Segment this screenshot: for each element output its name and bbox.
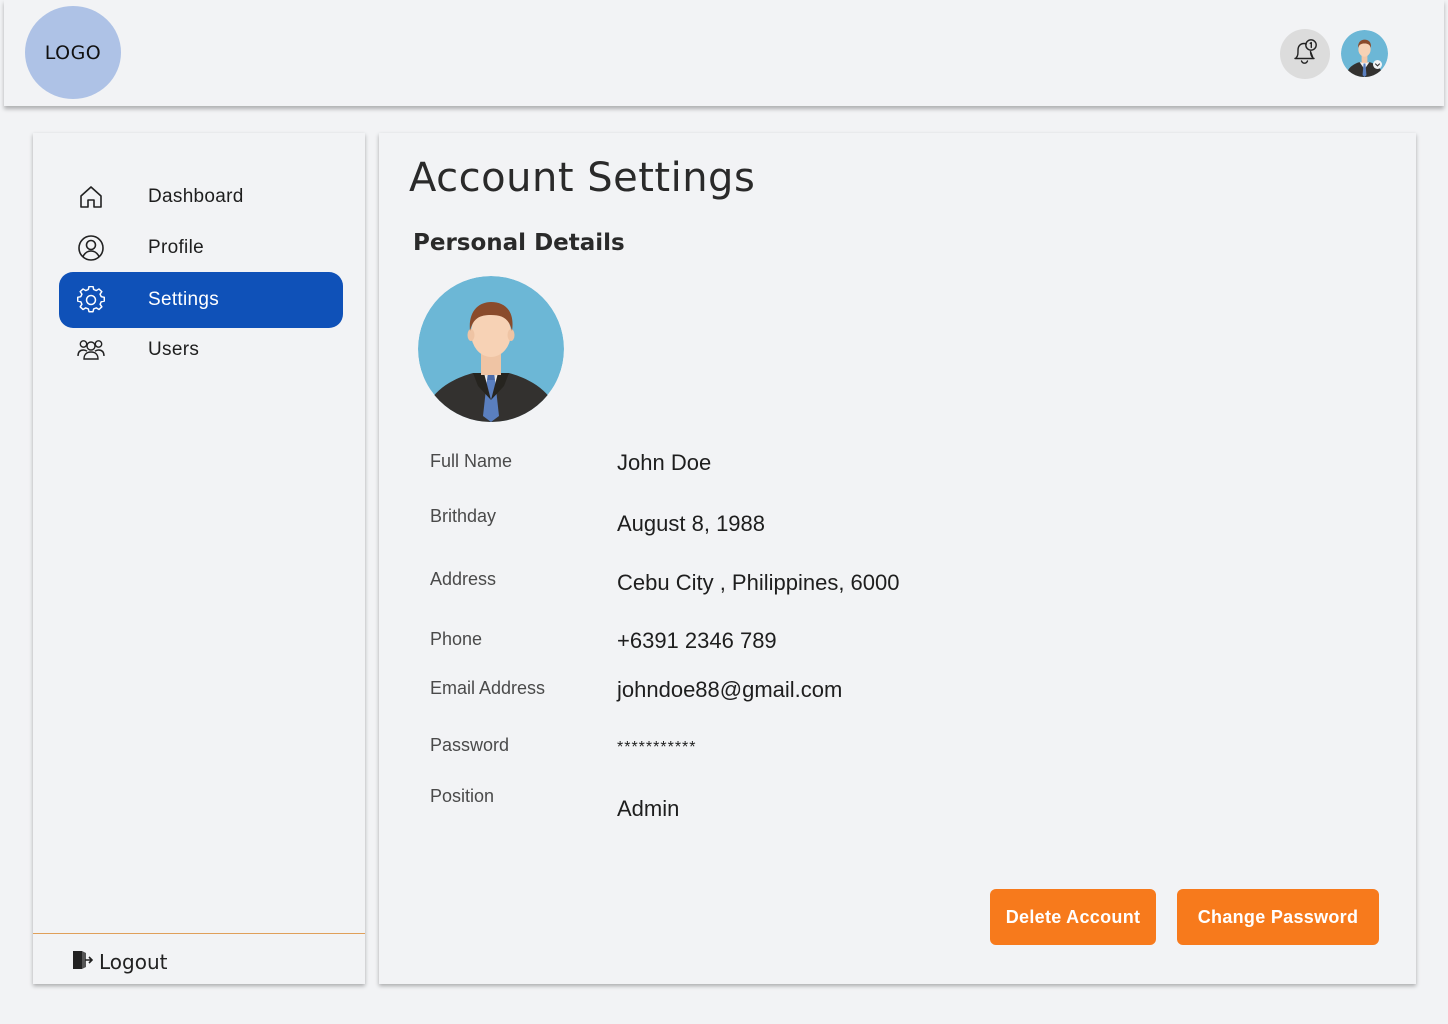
address-label: Address [430, 569, 497, 589]
sidebar-item-profile[interactable]: Profile [59, 220, 343, 276]
user-circle-icon [76, 233, 106, 263]
address-value: Cebu City , Philippines, 6000 [617, 570, 900, 595]
full-name-value: John Doe [617, 450, 712, 475]
password-label: Password [430, 735, 510, 755]
logo-text: LOGO [44, 41, 102, 64]
logout-button[interactable]: Logout [71, 947, 167, 977]
delete-account-button[interactable]: Delete Account [990, 889, 1156, 945]
position-value: Admin [617, 796, 680, 821]
sidebar-item-label: Settings [148, 289, 220, 310]
section-title: Personal Details [413, 230, 625, 256]
logout-label: Logout [99, 950, 168, 974]
sidebar-item-label: Dashboard [148, 186, 244, 207]
birthday-value: August 8, 1988 [617, 511, 766, 536]
phone-label: Phone [430, 629, 483, 649]
users-icon [76, 335, 106, 365]
position-label: Position [430, 786, 495, 806]
sidebar: Dashboard Profile Settings Users Logout [33, 133, 365, 984]
sidebar-item-users[interactable]: Users [59, 322, 343, 378]
avatar [418, 276, 564, 422]
logo[interactable]: LOGO [25, 6, 121, 99]
home-icon [76, 182, 106, 212]
sidebar-item-dashboard[interactable]: Dashboard [59, 169, 343, 225]
chevron-down-icon [1373, 54, 1382, 73]
sidebar-divider [33, 933, 365, 934]
page-title: Account Settings [409, 155, 756, 201]
sidebar-item-label: Profile [148, 237, 204, 258]
birthday-label: Brithday [430, 506, 497, 526]
password-value: *********** [617, 739, 697, 756]
bell-alert-icon [1290, 37, 1320, 71]
gear-icon [76, 285, 106, 315]
top-header: LOGO [4, 0, 1444, 106]
full-name-label: Full Name [430, 451, 513, 471]
phone-value: +6391 2346 789 [617, 628, 777, 653]
user-avatar-button[interactable] [1341, 30, 1388, 77]
profile-photo[interactable] [418, 276, 564, 422]
logout-icon [71, 949, 94, 976]
email-value: johndoe88@gmail.com [617, 677, 843, 702]
change-password-button[interactable]: Change Password [1177, 889, 1379, 945]
notification-button[interactable] [1280, 29, 1330, 79]
email-label: Email Address [430, 678, 546, 698]
main-panel: Account Settings Personal Details Full N… [379, 133, 1416, 984]
sidebar-item-settings[interactable]: Settings [59, 272, 343, 328]
sidebar-item-label: Users [148, 339, 200, 360]
